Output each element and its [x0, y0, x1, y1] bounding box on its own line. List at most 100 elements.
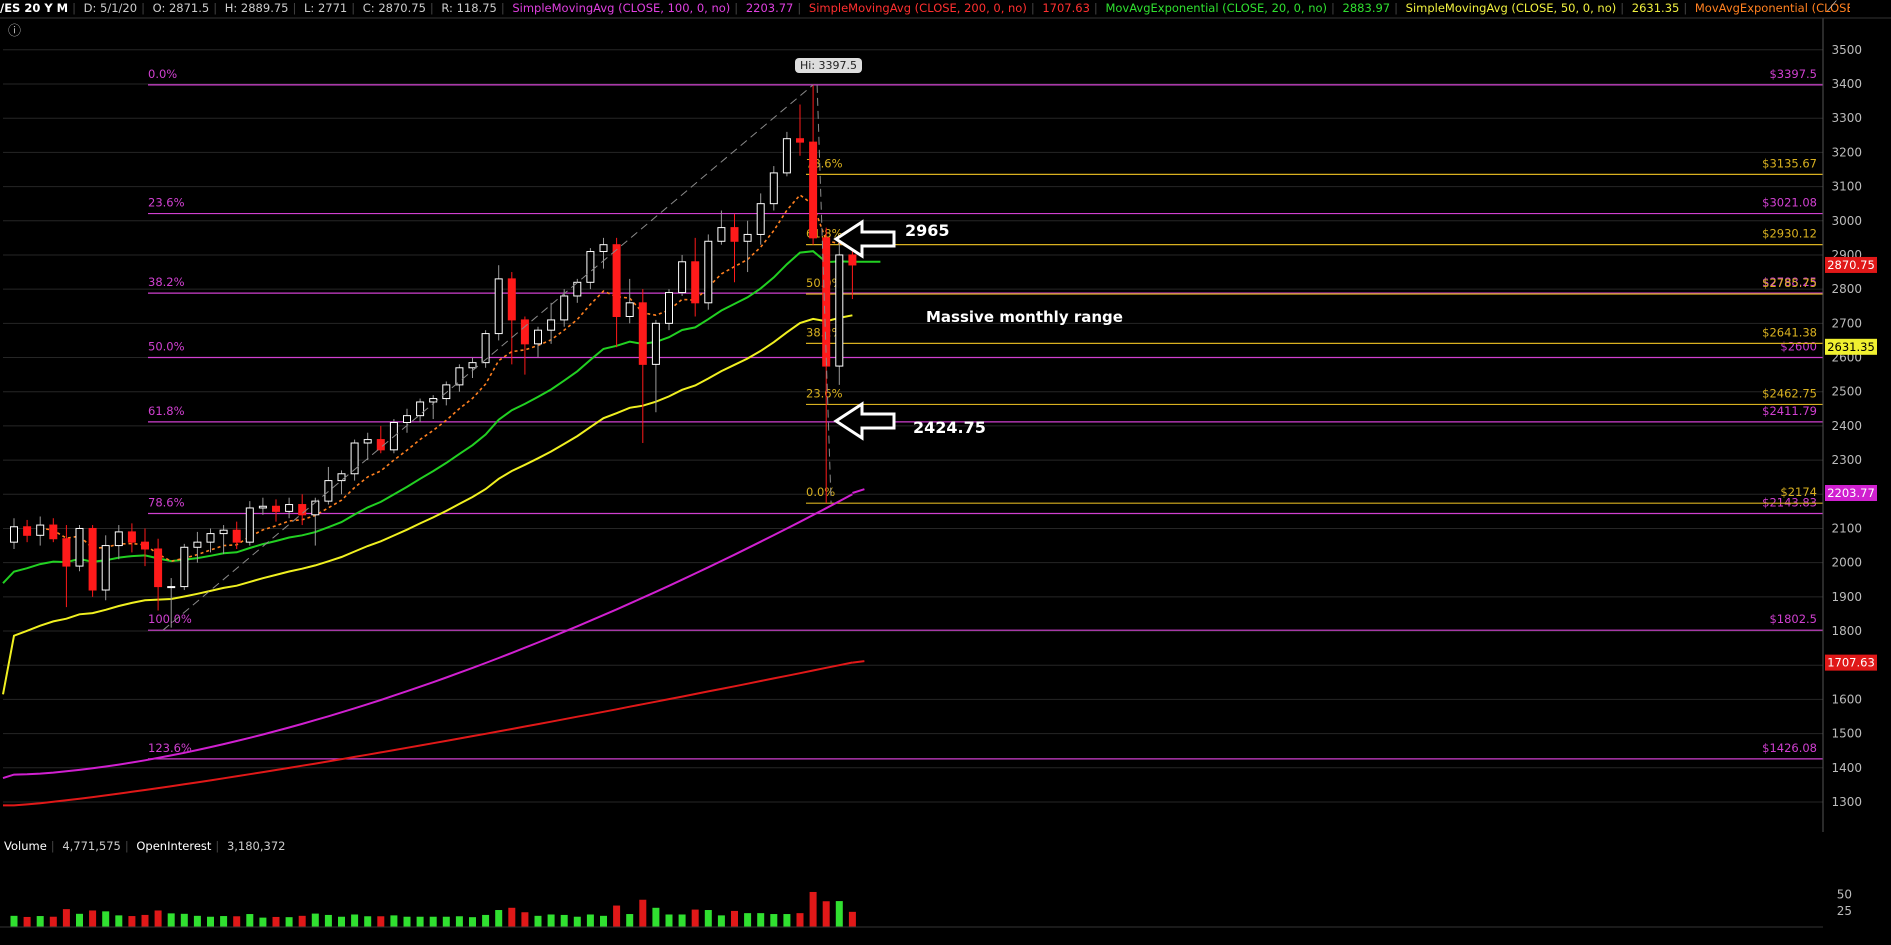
candle-body: [219, 529, 228, 535]
candle-body: [23, 526, 32, 536]
fib-minor-price: $2462.75: [1762, 386, 1817, 400]
y-tick-label: 2300: [1831, 453, 1862, 467]
candle-body: [730, 227, 739, 242]
fib-major-pct: 61.8%: [148, 404, 185, 418]
volume-bar: [377, 916, 385, 927]
volume-bar: [757, 913, 765, 927]
fib-major-pct: 78.6%: [148, 495, 185, 509]
candle-body: [141, 541, 149, 550]
candle-body: [245, 507, 254, 543]
fib-major-pct: 50.0%: [148, 340, 185, 354]
candle-body: [743, 233, 752, 242]
candle: [219, 525, 228, 555]
volume-bar: [717, 915, 725, 927]
candle: [180, 543, 189, 591]
volume-bar: [49, 916, 57, 927]
volume-bar: [822, 901, 830, 927]
y-tick-label: 1300: [1831, 795, 1862, 809]
chart-window: /ES 20 Y M | D: 5/1/20 | O: 2871.5 | H: 288…: [0, 0, 1891, 945]
candle-body: [193, 541, 202, 548]
candle-body: [534, 329, 542, 345]
fib-major-price: $2411.79: [1762, 404, 1817, 418]
candle: [743, 220, 752, 273]
price-chart[interactable]: 0.0% $3397.523.6% $3021.0838.2% $2788.2550.…: [0, 0, 1891, 832]
candle-body: [376, 439, 385, 451]
y-tick-label: 2400: [1831, 419, 1862, 433]
candle-body: [625, 302, 634, 317]
candle: [403, 408, 411, 433]
volume-chart[interactable]: 5025: [0, 832, 1891, 945]
candle: [429, 395, 438, 420]
candle: [350, 439, 359, 481]
volume-bar: [534, 915, 542, 927]
fib-major-price: $1426.08: [1762, 741, 1817, 755]
volume-bar: [23, 916, 31, 927]
candle: [717, 210, 726, 245]
volume-bar: [364, 916, 372, 927]
volume-bar: [744, 913, 752, 927]
volume-bar: [770, 914, 778, 927]
volume-bar: [36, 916, 44, 927]
candle-body: [416, 401, 425, 417]
candle-body: [403, 415, 411, 423]
candle-body: [101, 545, 110, 591]
candle: [49, 518, 58, 543]
candle: [114, 525, 123, 560]
sma100-extension: [852, 488, 865, 494]
volume-bar: [246, 914, 254, 927]
candle: [232, 521, 241, 549]
fib-major-pct: 38.2%: [148, 275, 185, 289]
candle: [651, 319, 660, 413]
fib-major-pct: 100.0%: [148, 612, 192, 626]
candle-body: [599, 244, 608, 253]
candle: [141, 528, 149, 567]
candle-body: [520, 319, 529, 345]
candle: [586, 248, 595, 290]
volume-bar: [613, 905, 621, 927]
annotation-lower-label: 2424.75: [913, 418, 986, 437]
volume-bar: [835, 901, 843, 927]
volume-bar: [455, 916, 463, 927]
candle-body: [258, 505, 267, 509]
fib-minor-pct: 23.6%: [806, 386, 843, 400]
candle-body: [835, 254, 844, 367]
candle-body: [75, 527, 84, 567]
candle-body: [167, 586, 176, 589]
y-tick-label: 2700: [1831, 316, 1862, 330]
candle-body: [665, 292, 673, 324]
y-tick-label: 3300: [1831, 111, 1862, 125]
volume-bar: [62, 909, 70, 927]
candle-body: [560, 295, 569, 321]
y-tick-label: 1800: [1831, 624, 1862, 638]
candle-body: [180, 546, 189, 588]
candle-body: [285, 504, 294, 512]
fib-minor-price: $2641.38: [1762, 325, 1817, 339]
volume-bar: [482, 914, 490, 927]
candle-body: [717, 227, 726, 242]
candle-body: [442, 384, 451, 400]
candle-body: [809, 141, 818, 239]
candle-body: [272, 505, 280, 512]
candle-body: [704, 240, 713, 304]
y-tick-label: 3500: [1831, 43, 1862, 57]
price-badge-label: 2870.75: [1827, 258, 1875, 272]
candle-body: [638, 302, 647, 365]
volume-bar: [521, 912, 529, 927]
candle: [704, 234, 713, 310]
volume-bar: [141, 914, 149, 927]
candle: [324, 466, 333, 505]
y-tick-label: 3000: [1831, 214, 1862, 228]
candle: [547, 302, 556, 344]
candle: [10, 518, 18, 549]
annotation-upper-label: 2965: [905, 221, 950, 240]
candle-body: [756, 203, 765, 235]
candle-body: [88, 527, 97, 591]
volume-bar: [429, 916, 437, 927]
candle: [88, 525, 97, 597]
volume-bar: [691, 909, 699, 927]
candle: [75, 525, 84, 572]
price-badge-label: 2631.35: [1827, 340, 1875, 354]
volume-bar: [783, 914, 791, 927]
candle: [625, 278, 634, 324]
candle-body: [49, 524, 58, 540]
